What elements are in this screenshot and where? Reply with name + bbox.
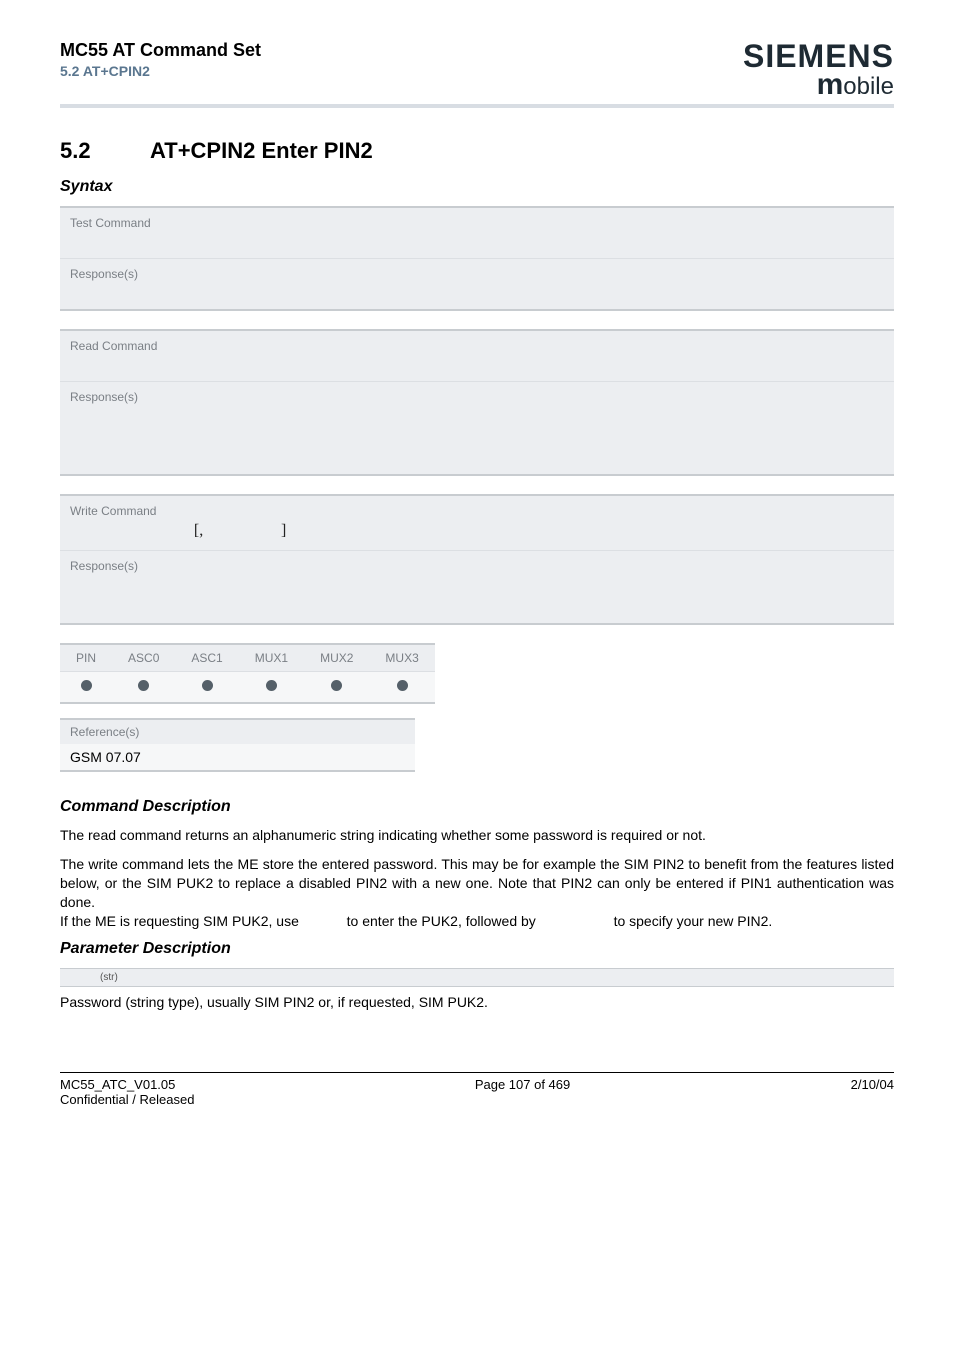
bracket-open: [, — [194, 522, 203, 539]
matrix-header: MUX2 — [304, 644, 369, 672]
write-command-label: Write Command — [70, 504, 884, 518]
cmd-desc-p2a: The write command lets the ME store the … — [60, 856, 894, 910]
dot-icon — [397, 680, 408, 691]
write-response-row: Response(s) — [60, 551, 894, 623]
cmd-desc-p2b-post: to specify your new PIN2. — [614, 913, 773, 929]
test-response-row: Response(s) — [60, 259, 894, 309]
matrix-cell — [175, 672, 238, 704]
dot-icon — [331, 680, 342, 691]
header-right: SIEMENS mobile — [743, 40, 894, 100]
dot-icon — [202, 680, 213, 691]
read-command-block: Read Command Response(s) — [60, 329, 894, 476]
footer-left: MC55_ATC_V01.05 Confidential / Released — [60, 1077, 194, 1107]
write-response-label: Response(s) — [70, 559, 884, 573]
footer-date: 2/10/04 — [851, 1077, 894, 1107]
read-command-label: Read Command — [70, 339, 884, 353]
command-description-heading: Command Description — [60, 798, 894, 816]
footer-page: Page 107 of 469 — [475, 1077, 570, 1107]
param-text: Password (string type), usually SIM PIN2… — [60, 993, 894, 1012]
matrix-header: ASC0 — [112, 644, 175, 672]
references-label: Reference(s) — [60, 720, 415, 744]
cmd-desc-p2: The write command lets the ME store the … — [60, 855, 894, 931]
matrix-header: ASC1 — [175, 644, 238, 672]
param-type-bar: (str) — [60, 968, 894, 987]
matrix-cell — [239, 672, 304, 704]
matrix-header: MUX3 — [369, 644, 434, 672]
matrix-cell — [60, 672, 112, 704]
read-command-row: Read Command — [60, 331, 894, 382]
cmd-desc-p2b-mid: to enter the PUK2, followed by — [347, 913, 540, 929]
brand-sub-m: m — [817, 68, 844, 101]
support-matrix: PIN ASC0 ASC1 MUX1 MUX2 MUX3 — [60, 643, 435, 704]
cmd-desc-p1: The read command returns an alphanumeric… — [60, 826, 894, 845]
matrix-header-row: PIN ASC0 ASC1 MUX1 MUX2 MUX3 — [60, 644, 435, 672]
matrix-header: MUX1 — [239, 644, 304, 672]
parameter-description-heading: Parameter Description — [60, 940, 894, 958]
test-command-block: Test Command Response(s) — [60, 206, 894, 311]
test-command-row: Test Command — [60, 208, 894, 259]
footer-conf: Confidential / Released — [60, 1092, 194, 1107]
test-response-label: Response(s) — [70, 267, 884, 281]
read-response-label: Response(s) — [70, 390, 884, 404]
dot-icon — [266, 680, 277, 691]
dot-icon — [138, 680, 149, 691]
write-command-block: Write Command [, ] Response(s) — [60, 494, 894, 625]
brand-sub-rest: obile — [843, 73, 894, 100]
footer-doc: MC55_ATC_V01.05 — [60, 1077, 175, 1092]
matrix-cell — [112, 672, 175, 704]
page-footer: MC55_ATC_V01.05 Confidential / Released … — [60, 1072, 894, 1107]
matrix-cell — [304, 672, 369, 704]
matrix-header: PIN — [60, 644, 112, 672]
matrix-cell — [369, 672, 434, 704]
section-title: AT+CPIN2 Enter PIN2 — [150, 138, 373, 163]
header-left: MC55 AT Command Set 5.2 AT+CPIN2 — [60, 40, 261, 79]
page-header: MC55 AT Command Set 5.2 AT+CPIN2 SIEMENS… — [60, 40, 894, 108]
read-response-row: Response(s) — [60, 382, 894, 474]
matrix-data-row — [60, 672, 435, 704]
references-value: GSM 07.07 — [60, 744, 415, 770]
section-number: 5.2 — [60, 138, 150, 164]
doc-title: MC55 AT Command Set — [60, 40, 261, 61]
dot-icon — [81, 680, 92, 691]
references-box: Reference(s) GSM 07.07 — [60, 718, 415, 772]
bracket-close: ] — [281, 522, 286, 539]
brand-sub: mobile — [743, 70, 894, 100]
doc-subtitle: 5.2 AT+CPIN2 — [60, 63, 261, 79]
cmd-desc-p2b-pre: If the ME is requesting SIM PUK2, use — [60, 913, 303, 929]
section-heading: 5.2AT+CPIN2 Enter PIN2 — [60, 138, 894, 164]
syntax-heading: Syntax — [60, 178, 894, 196]
write-command-syntax: [, ] — [70, 522, 884, 540]
test-command-label: Test Command — [70, 216, 884, 230]
write-command-row: Write Command [, ] — [60, 496, 894, 551]
